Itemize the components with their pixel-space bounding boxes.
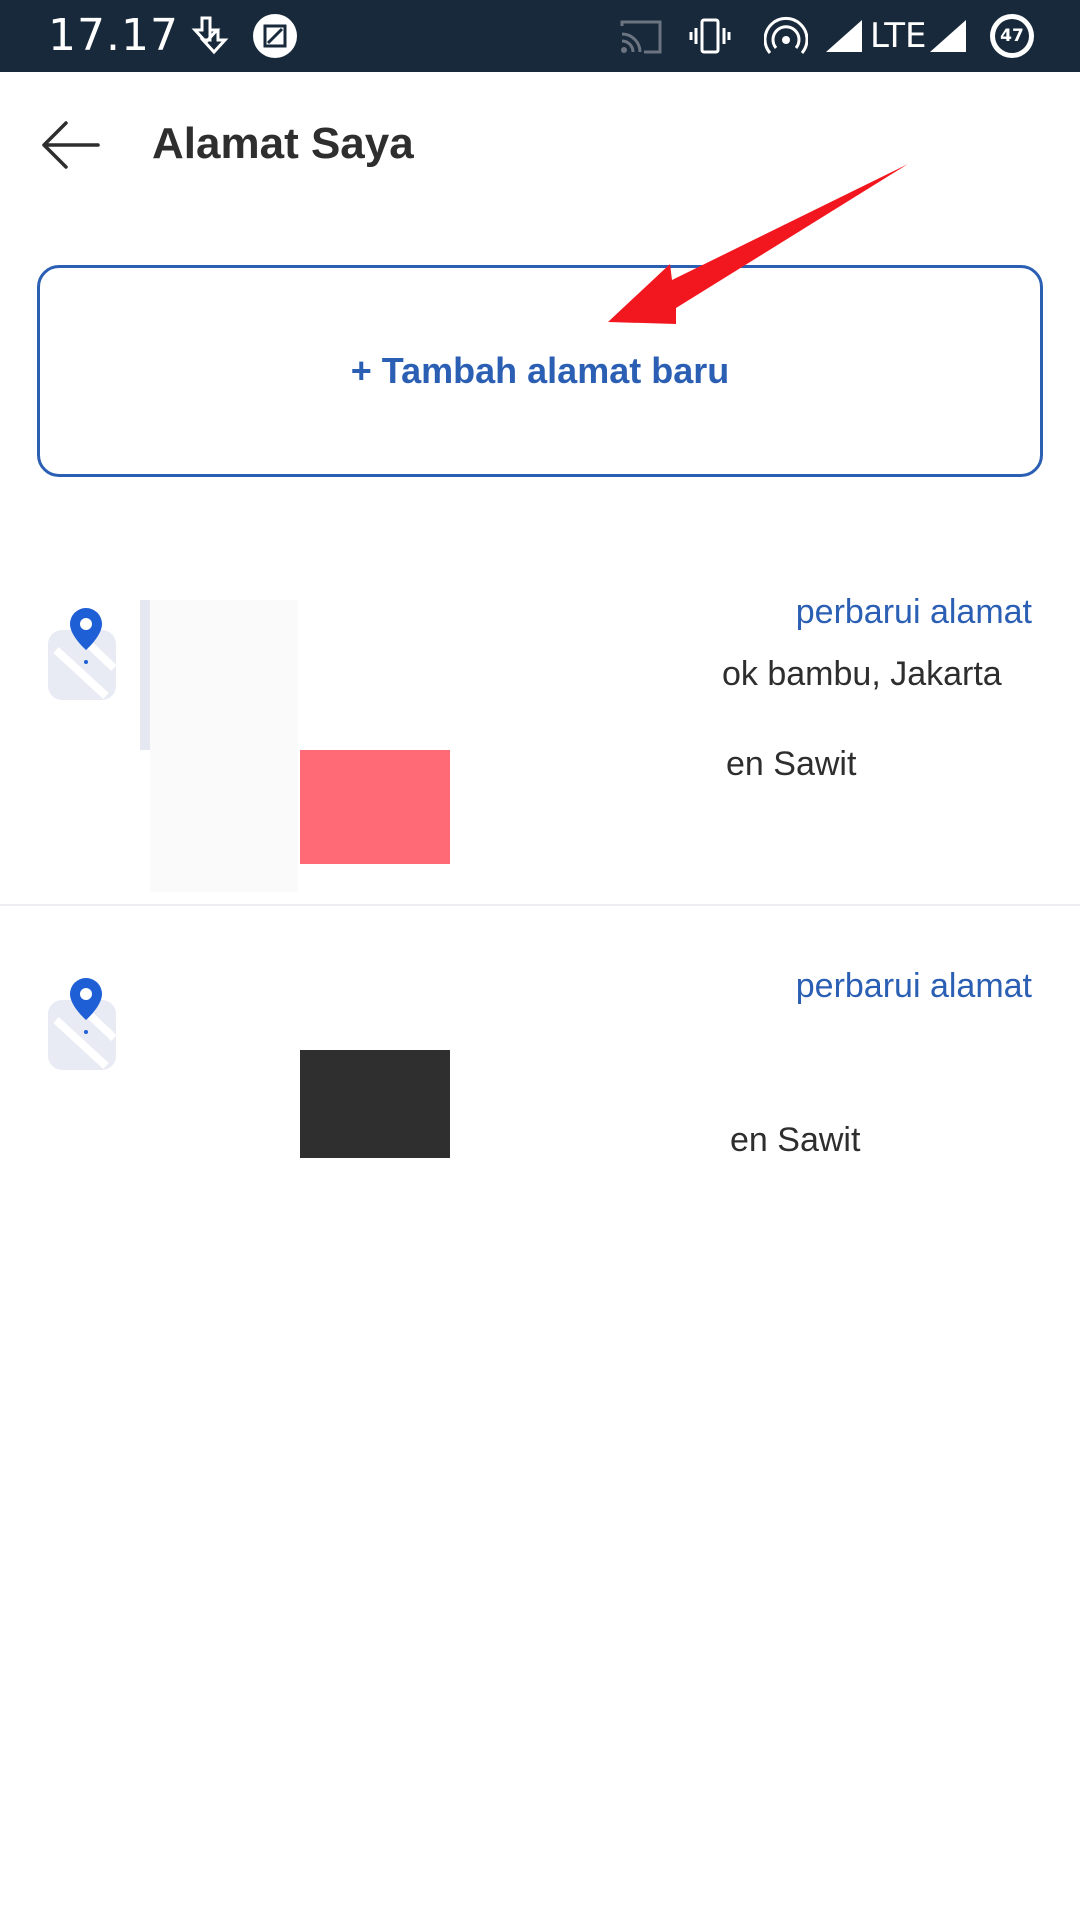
redacted-area xyxy=(300,750,450,864)
download-icon xyxy=(191,16,229,55)
update-address-link[interactable]: perbarui alamat xyxy=(796,590,1032,634)
redacted-area xyxy=(150,600,298,892)
vibrate-icon xyxy=(689,18,731,54)
status-bar: 17.17 LTE 47 xyxy=(0,0,1080,72)
address-line: en Sawit xyxy=(726,745,857,783)
status-time: 17.17 xyxy=(48,10,179,61)
redacted-area xyxy=(140,600,150,750)
signal-icon xyxy=(826,20,862,52)
screenshot-icon xyxy=(253,14,297,58)
signal-icon xyxy=(930,20,966,52)
battery-icon: 47 xyxy=(990,14,1034,58)
add-address-label: + Tambah alamat baru xyxy=(350,350,730,391)
annotation-arrow-icon xyxy=(608,164,908,324)
map-pin-icon xyxy=(48,978,117,1070)
battery-level: 47 xyxy=(1000,26,1024,46)
address-line: en Sawit xyxy=(730,1121,861,1159)
redacted-area xyxy=(300,1050,450,1158)
address-line: ok bambu, Jakarta xyxy=(722,655,1002,693)
page-title: Alamat Saya xyxy=(152,119,414,168)
back-button[interactable] xyxy=(30,105,110,185)
back-arrow-icon xyxy=(42,121,100,169)
hotspot-icon xyxy=(764,16,808,54)
cast-icon xyxy=(620,20,662,54)
update-address-link[interactable]: perbarui alamat xyxy=(796,964,1032,1008)
network-type: LTE xyxy=(870,16,927,56)
map-pin-icon xyxy=(48,608,117,700)
address-card: perbarui alamat en Sawit xyxy=(0,950,1080,1190)
address-card: perbarui alamat ok bambu, Jakarta en Saw… xyxy=(0,570,1080,906)
